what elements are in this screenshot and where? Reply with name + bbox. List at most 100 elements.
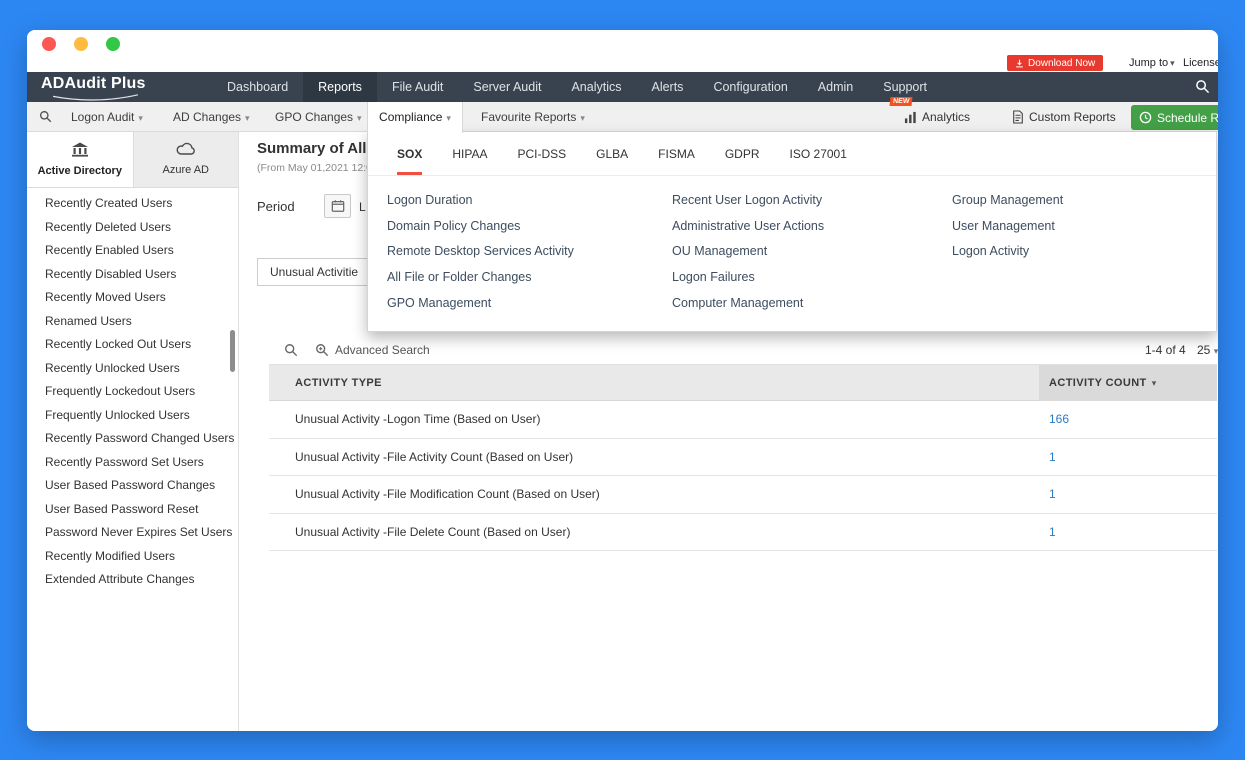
activity-count-link[interactable]: 1 [1049, 439, 1056, 477]
calendar-icon [331, 199, 345, 213]
menu-logon-audit-label: Logon Audit [71, 110, 135, 124]
toolbar-search-icon[interactable] [39, 110, 52, 128]
sidebar-report-item[interactable]: Recently Moved Users [27, 286, 238, 310]
sidebar-report-item[interactable]: Recently Disabled Users [27, 263, 238, 287]
activity-count-link[interactable]: 1 [1049, 514, 1056, 552]
sidebar-report-item[interactable]: Recently Modified Users [27, 545, 238, 569]
compliance-report-link[interactable]: Logon Duration [387, 188, 574, 214]
clock-icon [1139, 111, 1152, 124]
sidebar-report-item[interactable]: Recently Deleted Users [27, 216, 238, 240]
window-close-button[interactable] [42, 37, 56, 51]
sidebar-report-item[interactable]: Extended Attribute Changes [27, 568, 238, 592]
sidebar-report-item[interactable]: Recently Created Users [27, 192, 238, 216]
sidebar-report-item[interactable]: Password Never Expires Set Users [27, 521, 238, 545]
compliance-report-link[interactable]: GPO Management [387, 291, 574, 317]
tab-gdpr[interactable]: GDPR [725, 132, 760, 175]
caret-down-icon: ▾ [580, 113, 585, 123]
cloud-icon [176, 142, 196, 160]
compliance-report-link[interactable]: Recent User Logon Activity [672, 188, 824, 214]
table-row: Unusual Activity -File Modification Coun… [269, 476, 1217, 514]
column-header-activity-type[interactable]: ACTIVITY TYPE [295, 365, 382, 401]
period-calendar-button[interactable] [324, 194, 351, 218]
menu-favourite-reports[interactable]: Favourite Reports ▾ [481, 102, 585, 133]
search-icon[interactable] [1195, 79, 1210, 99]
schedule-reports-button[interactable]: Schedule Re [1131, 105, 1218, 130]
table-controls-row: Advanced Search 1-4 of 4 25 ▾ [269, 335, 1218, 366]
compliance-report-link[interactable]: Logon Failures [672, 265, 824, 291]
compliance-report-link[interactable]: Domain Policy Changes [387, 214, 574, 240]
activity-count-link[interactable]: 166 [1049, 401, 1069, 439]
sidebar-report-item[interactable]: Frequently Lockedout Users [27, 380, 238, 404]
page-size-value: 25 [1197, 343, 1211, 357]
compliance-report-link[interactable]: Group Management [952, 188, 1063, 214]
nav-item-admin[interactable]: Admin [803, 72, 868, 102]
activity-count-link[interactable]: 1 [1049, 476, 1056, 514]
license-link[interactable]: License [1183, 57, 1218, 69]
activity-count-header-label: ACTIVITY COUNT [1049, 377, 1147, 389]
sidebar-report-item[interactable]: Recently Password Changed Users [27, 427, 238, 451]
sidebar-report-item[interactable]: Recently Password Set Users [27, 451, 238, 475]
nav-item-file-audit[interactable]: File Audit [377, 72, 458, 102]
sidebar-report-list: Recently Created Users Recently Deleted … [27, 188, 238, 731]
tab-glba[interactable]: GLBA [596, 132, 628, 175]
compliance-report-link[interactable]: Computer Management [672, 291, 824, 317]
custom-reports-button[interactable]: Custom Reports [1012, 102, 1116, 132]
compliance-report-link[interactable]: User Management [952, 214, 1063, 240]
compliance-report-link[interactable]: Remote Desktop Services Activity [387, 239, 574, 265]
sidebar-scrollbar-thumb[interactable] [230, 330, 235, 372]
menu-favourite-reports-label: Favourite Reports [481, 110, 577, 124]
menu-ad-changes[interactable]: AD Changes ▾ [173, 102, 250, 133]
activity-type-cell: Unusual Activity -File Modification Coun… [295, 487, 600, 501]
nav-item-analytics[interactable]: Analytics [556, 72, 636, 102]
advanced-search-icon[interactable] [315, 343, 329, 362]
tab-azure-ad-label: Azure AD [162, 164, 209, 176]
nav-item-alerts[interactable]: Alerts [636, 72, 698, 102]
nav-item-server-audit[interactable]: Server Audit [458, 72, 556, 102]
compliance-report-link[interactable]: OU Management [672, 239, 824, 265]
sidebar-report-item[interactable]: User Based Password Reset [27, 498, 238, 522]
menu-compliance[interactable]: Compliance ▾ [367, 102, 463, 133]
sidebar-report-item[interactable]: Renamed Users [27, 310, 238, 334]
nav-item-reports[interactable]: Reports [303, 72, 377, 102]
compliance-report-link[interactable]: Logon Activity [952, 239, 1063, 265]
tab-iso-27001[interactable]: ISO 27001 [790, 132, 847, 175]
quick-search-icon[interactable] [284, 343, 298, 362]
menu-gpo-changes[interactable]: GPO Changes ▾ [275, 102, 362, 133]
download-now-button[interactable]: Download Now [1007, 55, 1104, 71]
caret-down-icon: ▾ [138, 113, 143, 123]
sidebar-report-item[interactable]: Recently Unlocked Users [27, 357, 238, 381]
analytics-button[interactable]: Analytics [904, 102, 970, 132]
column-header-activity-count[interactable]: ACTIVITY COUNT ▾ [1039, 365, 1217, 401]
sidebar-report-item[interactable]: Recently Locked Out Users [27, 333, 238, 357]
advanced-search-label[interactable]: Advanced Search [335, 335, 430, 365]
custom-reports-label: Custom Reports [1029, 110, 1116, 124]
tab-azure-ad[interactable]: Azure AD [132, 132, 239, 187]
menu-logon-audit[interactable]: Logon Audit ▾ [71, 102, 143, 133]
menu-ad-changes-label: AD Changes [173, 110, 242, 124]
tab-active-directory[interactable]: Active Directory [27, 132, 133, 187]
table-header-row: ACTIVITY TYPE ACTIVITY COUNT ▾ [269, 365, 1217, 401]
bar-chart-icon [904, 111, 917, 124]
sidebar-report-item[interactable]: Frequently Unlocked Users [27, 404, 238, 428]
activity-type-cell: Unusual Activity -File Activity Count (B… [295, 449, 574, 464]
sidebar-report-item[interactable]: User Based Password Changes [27, 474, 238, 498]
sidebar-report-item[interactable]: Recently Enabled Users [27, 239, 238, 263]
nav-item-configuration[interactable]: Configuration [698, 72, 802, 102]
compliance-links-column-1: Logon Duration Domain Policy Changes Remot… [387, 188, 574, 317]
app-logo[interactable]: ADAudit Plus [41, 75, 146, 101]
compliance-report-link[interactable]: Administrative User Actions [672, 214, 824, 240]
period-preset-dropdown-partial[interactable]: L [359, 194, 366, 220]
page-size-dropdown[interactable]: 25 ▾ [1197, 335, 1218, 366]
window-minimize-button[interactable] [74, 37, 88, 51]
nav-item-dashboard[interactable]: Dashboard [212, 72, 303, 102]
new-badge: NEW [889, 97, 913, 106]
window-zoom-button[interactable] [106, 37, 120, 51]
tab-pci-dss[interactable]: PCI-DSS [517, 132, 566, 175]
table-row: Unusual Activity -File Delete Count (Bas… [269, 513, 1217, 552]
tab-hipaa[interactable]: HIPAA [452, 132, 487, 175]
compliance-report-link[interactable]: All File or Folder Changes [387, 265, 574, 291]
tab-sox[interactable]: SOX [397, 132, 423, 175]
tab-unusual-activities[interactable]: Unusual Activitie [257, 258, 372, 286]
tab-fisma[interactable]: FISMA [658, 132, 695, 175]
jump-to-link[interactable]: Jump to ▾ [1129, 57, 1175, 69]
